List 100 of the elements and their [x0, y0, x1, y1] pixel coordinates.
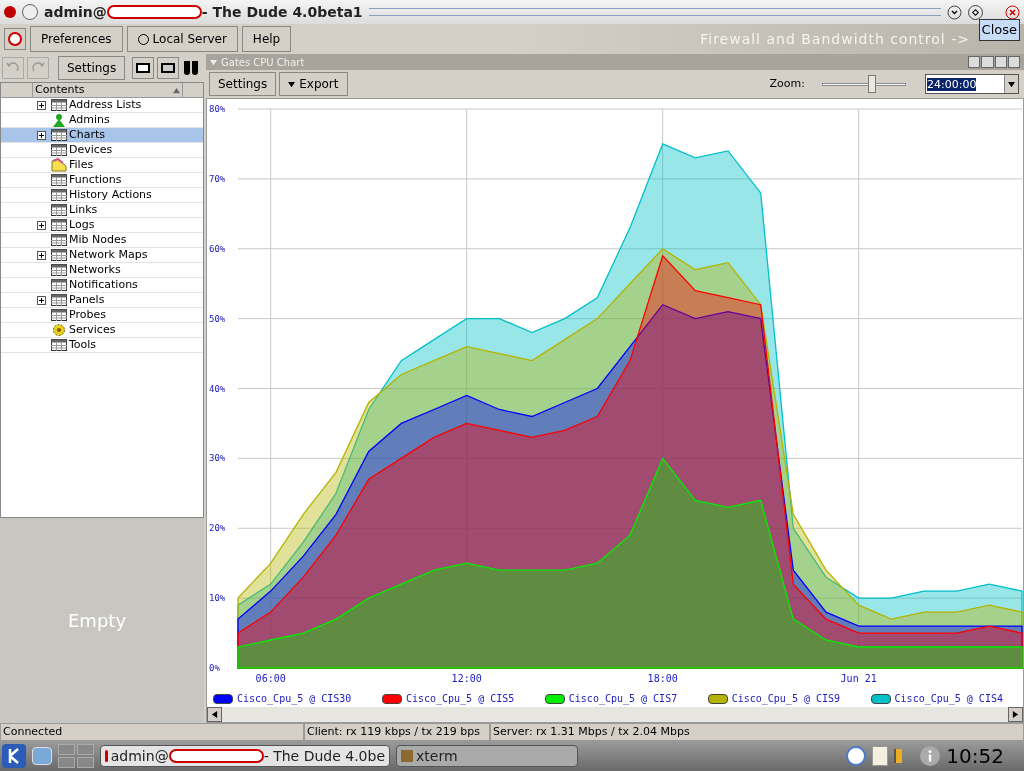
settings-button[interactable]: Settings — [58, 56, 126, 80]
binoculars-icon[interactable] — [184, 61, 199, 75]
tree-item[interactable]: Tools — [1, 338, 203, 353]
tree-item[interactable]: Links — [1, 203, 203, 218]
person-icon — [51, 113, 67, 127]
clock-time: 10:52 — [946, 743, 1004, 770]
tree-item[interactable]: History Actions — [1, 188, 203, 203]
tree-item-label: Functions — [69, 171, 122, 188]
export-button[interactable]: Export — [279, 72, 348, 96]
menu-button[interactable]: Local Server — [126, 26, 238, 52]
table-icon — [51, 309, 67, 321]
minimize-icon[interactable] — [947, 4, 962, 20]
tree-item[interactable]: Probes — [1, 308, 203, 323]
folder-icon — [51, 158, 67, 172]
horizontal-scrollbar[interactable] — [207, 707, 1023, 722]
zoom-slider[interactable] — [822, 75, 906, 93]
legend-label: Cisco_Cpu_5 @ CIS7 — [568, 692, 678, 706]
pin-icon[interactable] — [22, 4, 38, 20]
table-icon — [51, 279, 67, 291]
info-icon[interactable] — [920, 746, 941, 766]
empty-label: Empty — [68, 609, 127, 633]
tree-item-label: Panels — [69, 291, 105, 308]
axis-tick-label: 20% — [209, 523, 226, 534]
tree-item-label: Links — [69, 201, 98, 218]
tree-item-label: Logs — [69, 216, 95, 233]
tree-item-label: Admins — [69, 111, 110, 128]
tree-item-label: Address Lists — [69, 96, 142, 113]
tree-item-label: Devices — [69, 141, 113, 158]
tooltip: Close — [978, 19, 1020, 41]
status-text: Connected — [0, 723, 304, 741]
tree-item-label: Files — [69, 156, 94, 173]
tree-item[interactable]: Charts — [1, 128, 203, 143]
expand-icon[interactable] — [36, 295, 46, 305]
task-button[interactable]: xterm — [396, 745, 578, 767]
axis-tick-label: 60% — [209, 243, 226, 254]
sort-arrow-icon — [173, 86, 180, 94]
dropdown-button[interactable] — [1004, 75, 1018, 93]
tree-item[interactable]: Functions — [1, 173, 203, 188]
tree-item[interactable]: Services — [1, 323, 203, 338]
dropdown-arrow-icon — [288, 80, 296, 88]
status-text: Client: rx 119 kbps / tx 219 bps — [304, 723, 490, 741]
scroll-right-icon[interactable] — [1012, 711, 1019, 718]
status-text: Server: rx 1.31 Mbps / tx 2.04 Mbps — [490, 723, 1024, 741]
tree-item[interactable]: Networks — [1, 263, 203, 278]
tree-item[interactable]: Address Lists — [1, 98, 203, 113]
axis-tick-label: 30% — [209, 453, 226, 464]
settings-button[interactable]: Settings — [209, 72, 277, 96]
layout-icon[interactable] — [968, 56, 1020, 68]
table-icon — [51, 249, 67, 261]
period-value: 24:00:00 — [927, 77, 977, 91]
table-icon — [51, 189, 67, 201]
menu-button[interactable]: Preferences — [30, 26, 123, 52]
table-icon — [51, 174, 67, 186]
tree-item[interactable]: Notifications — [1, 278, 203, 293]
axis-tick-label: 12:00 — [451, 673, 482, 684]
gear-icon — [51, 323, 67, 337]
axis-tick-label: 18:00 — [647, 673, 678, 684]
expand-icon[interactable] — [36, 220, 46, 230]
table-icon — [51, 264, 67, 276]
app-icon — [4, 6, 16, 18]
tree-item[interactable]: Logs — [1, 218, 203, 233]
tree-item[interactable]: Files — [1, 158, 203, 173]
tree-item[interactable]: Mib Nodes — [1, 233, 203, 248]
scroll-left-icon[interactable] — [211, 711, 218, 718]
period-combo[interactable]: 24:00:00 — [925, 74, 1019, 94]
tree-item[interactable]: Devices — [1, 143, 203, 158]
axis-tick-label: 40% — [209, 383, 226, 394]
table-icon — [51, 234, 67, 246]
table-icon — [51, 339, 67, 351]
panel-title: Gates CPU Chart — [221, 55, 305, 70]
axis-tick-label: 80% — [209, 104, 226, 114]
close-icon[interactable] — [1005, 4, 1020, 20]
expand-icon[interactable] — [36, 100, 46, 110]
table-icon — [51, 294, 67, 306]
tree-item-label: Services — [69, 321, 116, 338]
table-icon — [51, 129, 67, 141]
dropdown-arrow-icon — [1008, 80, 1015, 88]
legend-label: Cisco_Cpu_5 @ CIS30 — [237, 692, 352, 706]
menu-button[interactable]: Help — [241, 26, 292, 52]
tree-item-label: Probes — [69, 306, 106, 323]
legend-label: Cisco_Cpu_5 @ CIS9 — [731, 692, 841, 706]
window-title: admin@ - The Dude 4.0beta1 — [44, 2, 363, 22]
tree-item-label: Notifications — [69, 276, 138, 293]
start-menu-icon[interactable] — [2, 744, 26, 768]
tree-item[interactable]: Panels — [1, 293, 203, 308]
tree-item[interactable]: Network Maps — [1, 248, 203, 263]
axis-tick-label: 0% — [209, 663, 220, 673]
expand-icon[interactable] — [36, 250, 46, 260]
axis-tick-label: 06:00 — [255, 673, 286, 684]
axis-tick-label: Jun 21 — [840, 673, 877, 684]
disconnect-icon[interactable] — [4, 28, 26, 50]
axis-tick-label: 50% — [209, 313, 226, 324]
tree-item-label: Charts — [69, 126, 105, 143]
app-icon — [105, 750, 108, 762]
expand-icon[interactable] — [36, 130, 46, 140]
table-icon — [51, 219, 67, 231]
tree-item-label: Mib Nodes — [69, 231, 127, 248]
slider-thumb[interactable] — [868, 75, 877, 93]
axis-tick-label: 10% — [209, 593, 226, 604]
table-icon — [51, 204, 67, 216]
